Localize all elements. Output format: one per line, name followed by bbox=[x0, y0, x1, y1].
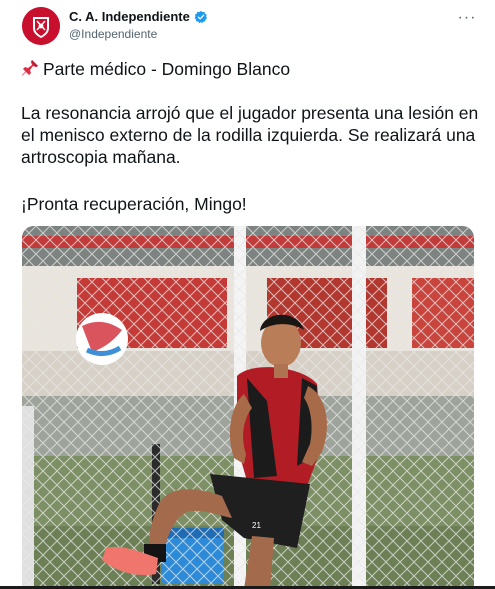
tweet-closing: ¡Pronta recuperación, Mingo! bbox=[21, 194, 247, 214]
tweet-title: Parte médico - Domingo Blanco bbox=[43, 59, 291, 79]
tweet-header: C. A. Independiente @Independiente ··· bbox=[0, 0, 495, 52]
pushpin-icon bbox=[21, 58, 43, 80]
avatar[interactable] bbox=[22, 7, 60, 45]
tweet-photo[interactable]: 21 bbox=[22, 226, 474, 589]
more-icon: ··· bbox=[457, 9, 477, 26]
tweet-body: La resonancia arrojó que el jugador pres… bbox=[21, 103, 479, 167]
club-crest-icon bbox=[22, 7, 60, 45]
more-options-button[interactable]: ··· bbox=[455, 8, 479, 28]
display-name[interactable]: C. A. Independiente bbox=[69, 9, 190, 24]
verified-badge-icon bbox=[194, 10, 207, 23]
shirt-number: 21 bbox=[252, 521, 261, 530]
handle[interactable]: @Independiente bbox=[69, 27, 157, 41]
tweet-title-line: Parte médico - Domingo Blanco bbox=[21, 58, 290, 80]
player-training-photo: 21 bbox=[22, 226, 474, 589]
author-name-row: C. A. Independiente bbox=[69, 9, 208, 24]
